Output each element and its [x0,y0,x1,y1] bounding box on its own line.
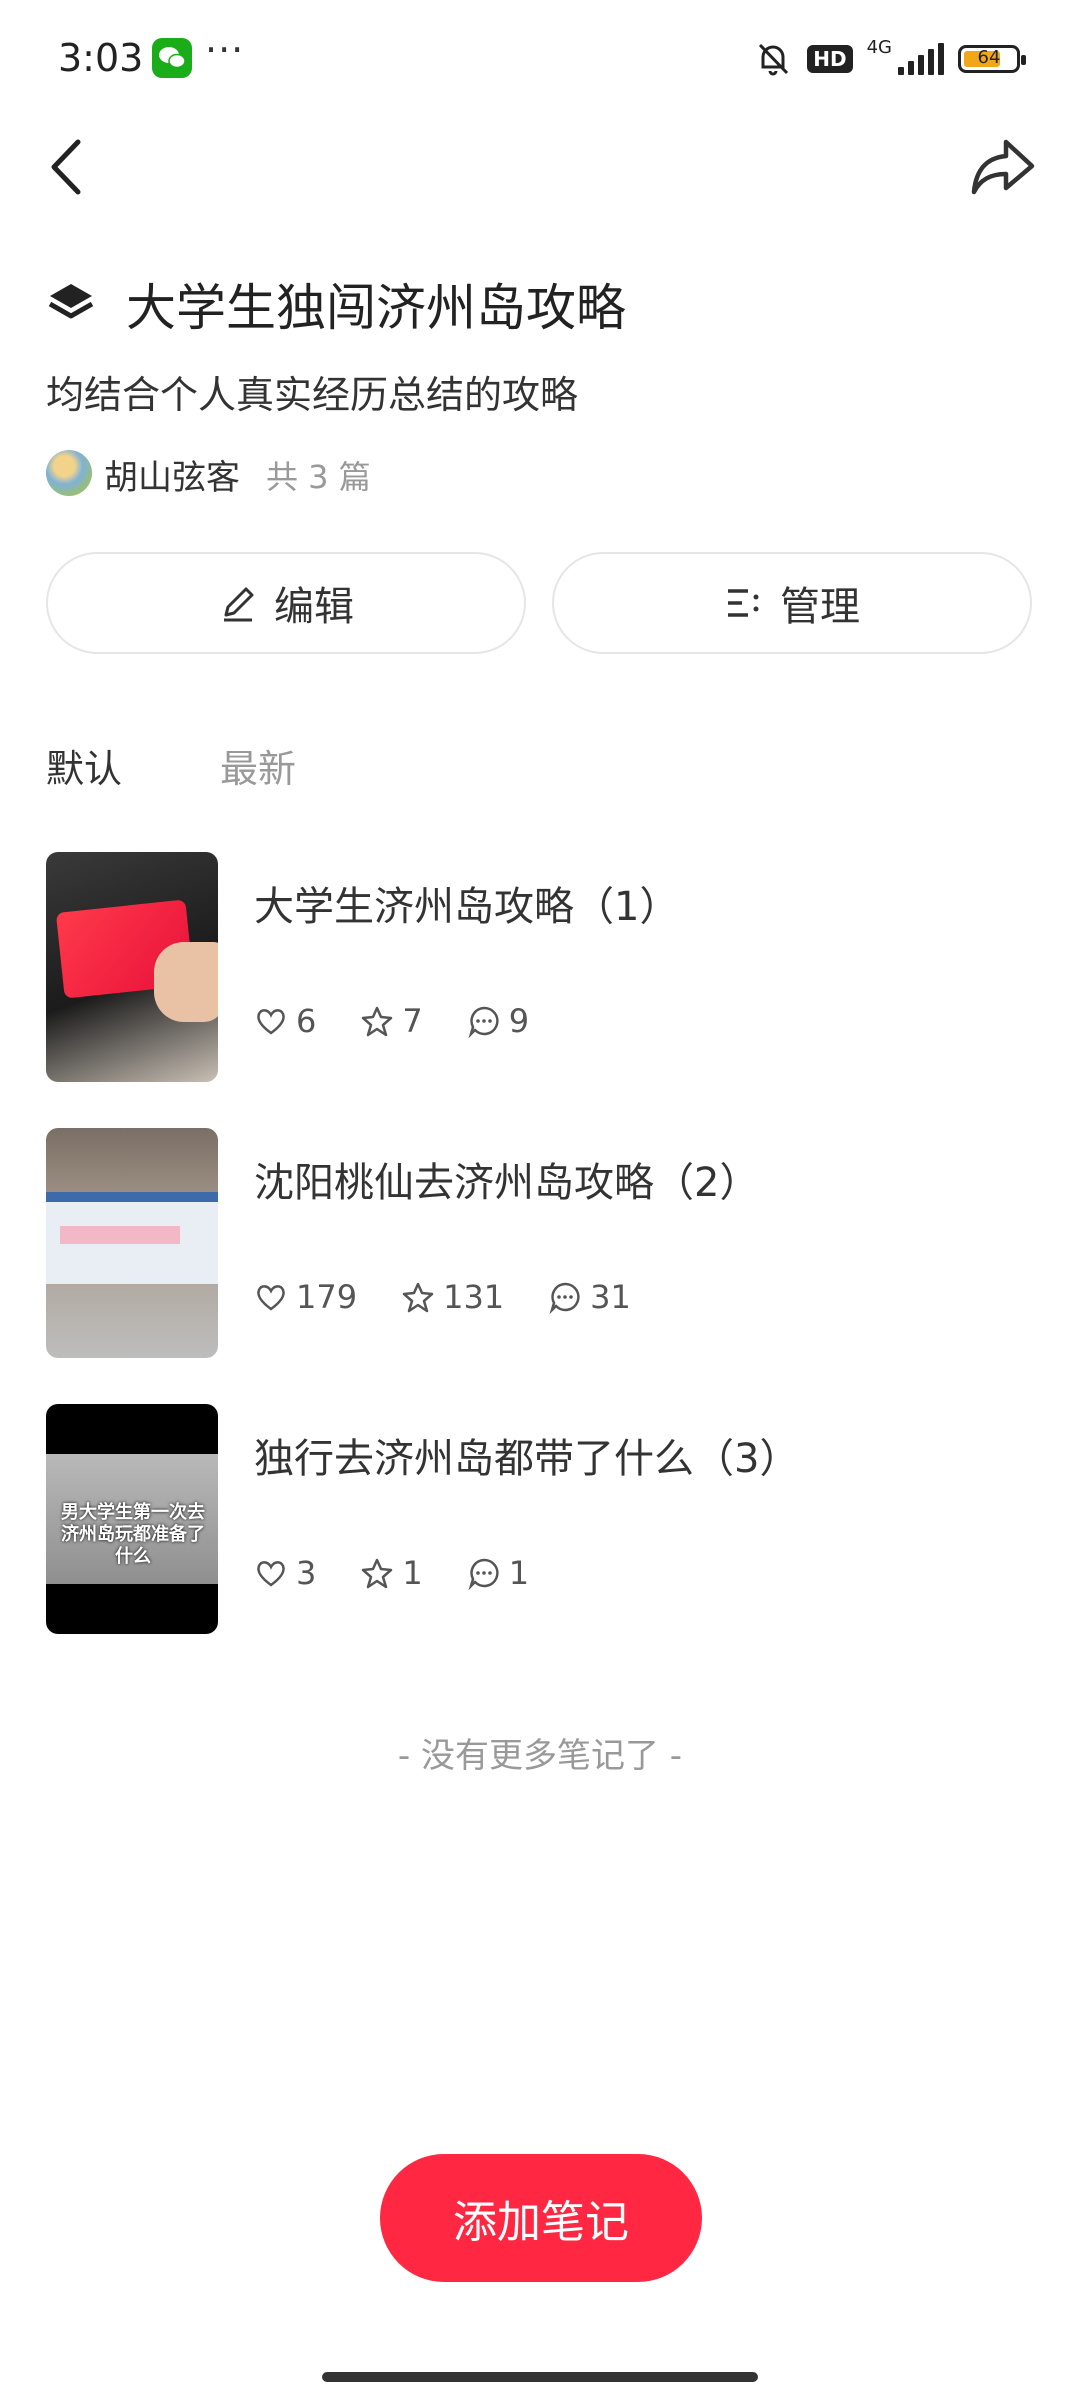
mute-bell-icon [759,43,789,76]
comment-count: 9 [508,1002,530,1040]
star-icon [402,1282,434,1313]
thumbnail-caption: 男大学生第一次去济州岛玩都准备了什么 [61,1502,205,1567]
share-button[interactable] [966,130,1040,204]
comment-icon [468,1006,499,1038]
star-icon [362,1558,393,1589]
like-count: 179 [296,1278,358,1316]
author-name[interactable]: 胡山弦客 [104,450,240,499]
wechat-icon [152,38,192,78]
signal-icon [898,43,944,75]
avatar[interactable] [46,450,92,496]
hd-badge: HD [807,45,853,73]
note-thumbnail [46,852,218,1082]
tab-latest[interactable]: 最新 [220,738,296,793]
edit-button[interactable]: 编辑 [46,552,526,654]
note-thumbnail [46,1128,218,1358]
like-count: 3 [296,1554,317,1592]
collection-description: 均结合个人真实经历总结的攻略 [46,373,579,417]
tab-default[interactable]: 默认 [46,738,122,793]
note-stats: 3 1 1 [254,1554,529,1592]
note-count: 共 3 篇 [266,458,371,496]
status-time: 3:03 [58,36,144,80]
more-notifications-icon: ··· [205,28,245,72]
add-note-button[interactable]: 添加笔记 [380,2154,702,2282]
note-title: 大学生济州岛攻略（1） [254,884,680,930]
collect-count: 1 [402,1554,423,1592]
list-manage-icon [728,589,759,617]
star-icon [362,1006,393,1037]
collection-stack-icon [46,278,96,328]
list-item[interactable]: 沈阳桃仙去济州岛攻略（2） 179 131 31 [46,1128,1046,1358]
back-arrow-icon [51,139,81,195]
status-icons: HD 4G 64 [753,36,1026,82]
note-title: 沈阳桃仙去济州岛攻略（2） [254,1160,760,1206]
note-stats: 6 7 9 [254,1002,529,1040]
battery-icon: 64 [958,45,1026,73]
note-thumbnail: 男大学生第一次去济州岛玩都准备了什么 [46,1404,218,1634]
network-label: 4G [866,36,892,58]
battery-level: 64 [977,47,1001,68]
comment-icon [549,1282,580,1314]
list-item[interactable]: 大学生济州岛攻略（1） 6 7 9 [46,852,1046,1082]
pencil-icon [224,587,254,622]
list-end-text: - 没有更多笔记了 - [397,1736,683,1776]
collect-count: 131 [443,1278,505,1316]
home-indicator[interactable] [322,2372,758,2382]
note-stats: 179 131 31 [254,1278,631,1316]
back-button[interactable] [40,132,100,202]
like-count: 6 [296,1002,317,1040]
collect-count: 7 [402,1002,423,1040]
comment-icon [468,1558,499,1590]
page-title: 大学生独闯济州岛攻略 [126,279,626,337]
list-item[interactable]: 男大学生第一次去济州岛玩都准备了什么 独行去济州岛都带了什么（3） 3 1 1 [46,1404,1046,1634]
manage-label: 管理 [780,584,860,630]
manage-button[interactable]: 管理 [552,552,1032,654]
comment-count: 31 [590,1278,631,1316]
share-icon [971,139,1035,195]
edit-label: 编辑 [274,584,354,630]
note-title: 独行去济州岛都带了什么（3） [254,1436,800,1482]
comment-count: 1 [508,1554,530,1592]
heart-icon [257,1285,285,1311]
heart-icon [257,1009,285,1035]
heart-icon [257,1561,285,1587]
